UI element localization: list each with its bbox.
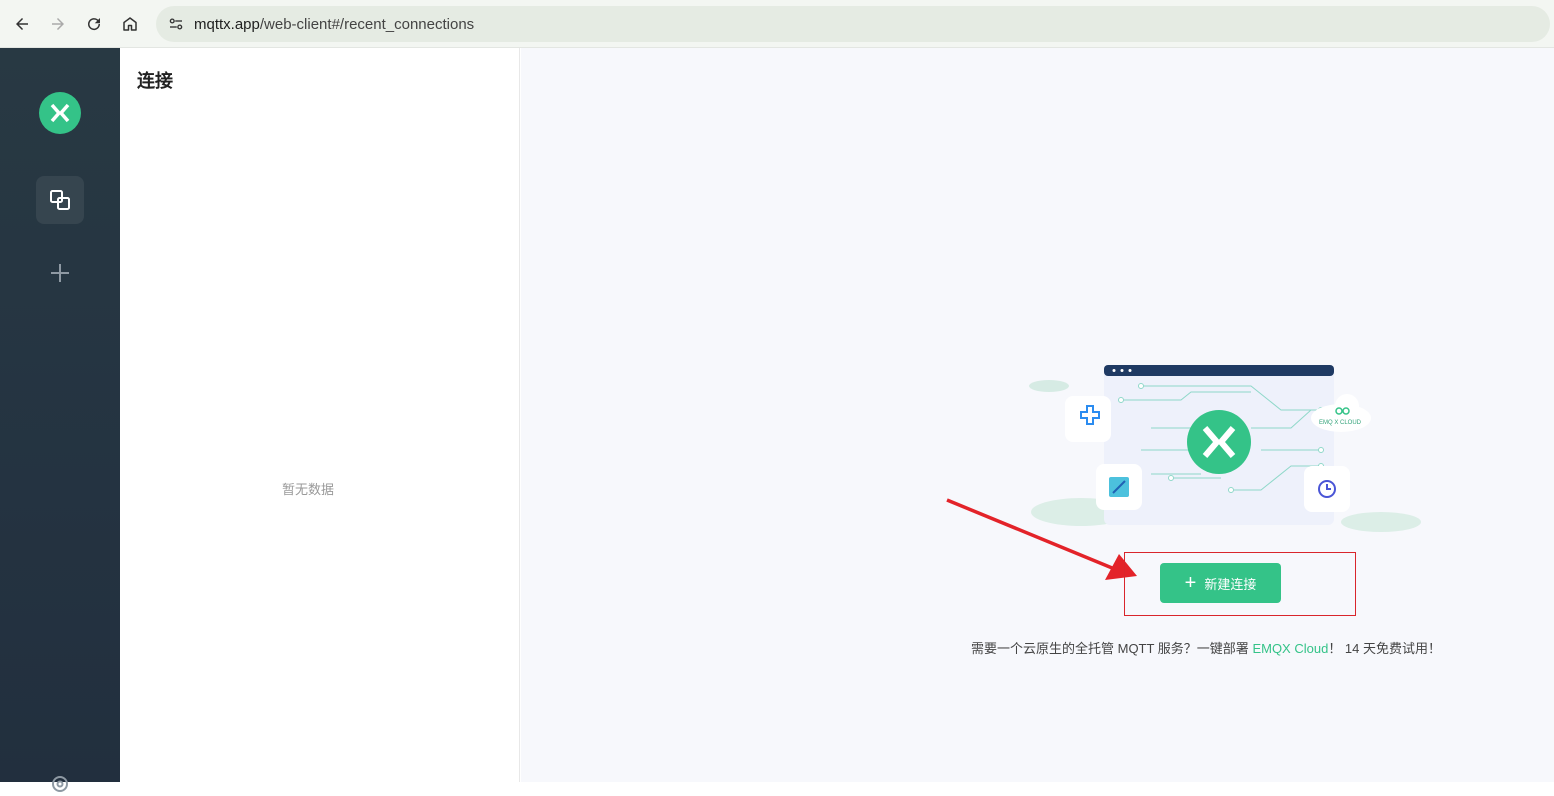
arrow-left-icon	[16, 18, 28, 30]
empty-state-text: 暂无数据	[281, 482, 334, 497]
home-button[interactable]	[116, 10, 144, 38]
plus-icon	[51, 264, 69, 282]
page-title: 连接	[137, 71, 173, 91]
plus-icon: +	[1184, 572, 1197, 594]
sidebar-item-new-connection[interactable]	[36, 249, 84, 297]
promo-prefix: 需要一个云原生的全托管 MQTT 服务？一键部署	[971, 641, 1253, 656]
home-icon	[123, 17, 137, 31]
connections-icon	[50, 190, 70, 210]
new-connection-label: 新建连接	[1204, 576, 1257, 592]
address-bar[interactable]: mqttx.app/web-client#/recent_connections	[156, 6, 1550, 42]
url-host: mqttx.app	[194, 15, 260, 33]
main-content: EMQ X CLOUD + 新建连接 需要一个云原生的全托管 MQTT 服务？一…	[521, 48, 1554, 782]
settings-gear-icon[interactable]	[48, 772, 72, 796]
new-connection-button[interactable]: + 新建连接	[1160, 563, 1281, 603]
promo-suffix: ！ 14 天免费试用！	[1328, 641, 1441, 656]
emqx-cloud-badge-text: EMQ X CLOUD	[1319, 420, 1362, 426]
browser-toolbar: mqttx.app/web-client#/recent_connections	[0, 0, 1554, 48]
reload-icon	[88, 18, 101, 31]
url-text: mqttx.app/web-client#/recent_connections	[194, 16, 474, 33]
app-sidebar	[0, 48, 120, 792]
red-arrow-annotation	[946, 498, 1137, 580]
connections-list-panel: 连接 暂无数据	[120, 48, 520, 782]
url-path: /web-client#/recent_connections	[259, 15, 475, 33]
reload-button[interactable]	[80, 10, 108, 38]
emqx-cloud-link[interactable]: EMQX Cloud	[1252, 641, 1328, 656]
arrow-right-icon	[52, 18, 64, 30]
mqttx-logo-icon	[39, 92, 81, 134]
back-button[interactable]	[8, 10, 36, 38]
sidebar-item-connections[interactable]	[36, 176, 84, 224]
site-settings-icon[interactable]	[158, 6, 194, 42]
forward-button[interactable]	[44, 10, 72, 38]
promo-text: 需要一个云原生的全托管 MQTT 服务？一键部署 EMQX Cloud！ 14 …	[971, 638, 1441, 657]
